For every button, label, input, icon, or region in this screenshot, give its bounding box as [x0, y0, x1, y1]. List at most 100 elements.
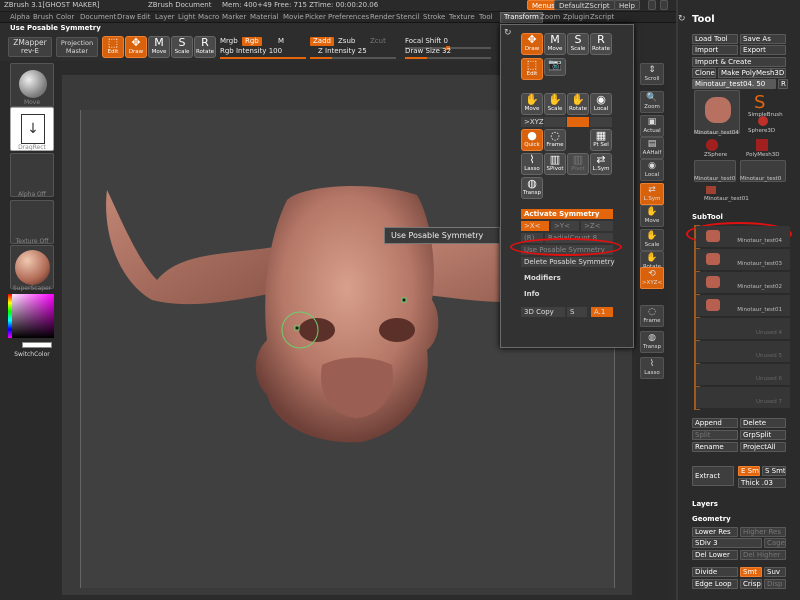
menu-item-zplugin[interactable]: Zplugin [563, 13, 589, 21]
z-intensity-track[interactable] [310, 57, 396, 59]
shelf-local-button[interactable]: ◉ Local [640, 159, 664, 181]
menu-item-brush[interactable]: Brush [33, 13, 53, 21]
lower-res-button[interactable]: Lower Res [692, 527, 738, 537]
rotate-mode-button[interactable]: R Rotate [194, 36, 216, 58]
tool-tile-minotaur[interactable] [694, 90, 740, 134]
zmapper-button[interactable]: ZMapper rev-E [8, 37, 52, 57]
shelf-scroll-button[interactable]: ⇕ Scroll [640, 63, 664, 85]
tp-axis-toggle-2[interactable] [544, 117, 566, 127]
tp-spivot-button[interactable]: ▥ SPivot [544, 153, 566, 175]
polymesh3d-icon[interactable] [756, 139, 768, 151]
tp-xyz-toggle[interactable]: >XYZ< [521, 117, 550, 127]
draw-size-track[interactable] [405, 57, 491, 59]
symmetry-z-toggle[interactable]: >Z< [581, 221, 613, 231]
clone-button[interactable]: Clone [692, 68, 716, 78]
tp-rotate-button[interactable]: R Rotate [590, 33, 612, 55]
symmetry-y-toggle[interactable]: >Y< [551, 221, 579, 231]
edge-loop-button[interactable]: Edge Loop [692, 579, 738, 589]
save-as-button[interactable]: Save As [740, 34, 786, 44]
shelf-frame-button[interactable]: ◌ Frame [640, 305, 664, 327]
symmetry-x-toggle[interactable]: >X< [521, 221, 549, 231]
tp-local-move-button[interactable]: ✋ Move [521, 93, 543, 115]
tp-pivot-button[interactable]: ▥ Pivot [567, 153, 589, 175]
load-tool-button[interactable]: Load Tool [692, 34, 738, 44]
del-lower-button[interactable]: Del Lower [692, 550, 738, 560]
zadd-toggle[interactable]: Zadd [310, 37, 334, 46]
disp-button[interactable]: Disp [764, 579, 786, 589]
minotaur-small-icon[interactable] [706, 186, 716, 194]
rgb-intensity-track[interactable] [220, 57, 306, 59]
smt-toggle[interactable]: Smt [740, 567, 762, 577]
extract-button[interactable]: Extract [692, 466, 734, 486]
copy-3d-button[interactable]: 3D Copy [521, 307, 565, 317]
subtool-row[interactable]: Minotaur_test03 [696, 249, 790, 271]
tp-ptsel-button[interactable]: ▦ Pt Sel [590, 129, 612, 151]
menu-item-texture[interactable]: Texture [449, 13, 475, 21]
make-polymesh-button[interactable]: Make PolyMesh3D [718, 68, 786, 78]
shelf-scale-button[interactable]: ✋ Scale [640, 229, 664, 251]
s-smt-toggle[interactable]: S Smt [762, 466, 786, 476]
shelf-actual-button[interactable]: ▣ Actual [640, 115, 664, 137]
tp-scale-button[interactable]: S Scale [567, 33, 589, 55]
menu-item-material[interactable]: Material [250, 13, 278, 21]
current-tool-slider[interactable]: Minotaur_test04. 50 [692, 79, 776, 89]
shelf-transp-button[interactable]: ◍ Transp [640, 331, 664, 353]
draw-size-slider[interactable]: Draw Size 32 [405, 47, 451, 56]
tp-frame-button[interactable]: ◌ Frame [544, 129, 566, 151]
export-button[interactable]: Export [740, 45, 786, 55]
menu-item-transform[interactable]: Transform [500, 12, 543, 23]
import-create-button[interactable]: Import & Create [692, 57, 786, 67]
copy-s-button[interactable]: S [567, 307, 587, 317]
tp-transp-button[interactable]: ◍ Transp [521, 177, 543, 199]
divide-button[interactable]: Divide [692, 567, 738, 577]
mrgb-toggle[interactable]: Mrgb [220, 37, 238, 46]
menu-item-zoom[interactable]: Zoom [540, 13, 560, 21]
import-button[interactable]: Import [692, 45, 738, 55]
shelf-aahalf-button[interactable]: ▤ AAHalf [640, 137, 664, 159]
zsphere-icon[interactable] [706, 139, 718, 151]
help-button[interactable]: Help [614, 0, 640, 10]
menu-item-render[interactable]: Render [370, 13, 395, 21]
higher-res-button[interactable]: Higher Res [740, 527, 786, 537]
subtool-row[interactable]: Minotaur_test04 [696, 226, 790, 248]
menu-item-preferences[interactable]: Preferences [328, 13, 369, 21]
sdiv-slider[interactable]: SDiv 3 [692, 538, 762, 548]
tp-axis-toggle-3[interactable] [567, 117, 589, 127]
simplebrush-icon[interactable]: S [754, 92, 765, 113]
tp-local-button[interactable]: ◉ Local [590, 93, 612, 115]
tp-lasso-button[interactable]: ⌇ Lasso [521, 153, 543, 175]
subtool-row[interactable]: Unused 4 [696, 318, 790, 340]
layers-header[interactable]: Layers [692, 500, 718, 508]
append-button[interactable]: Append [692, 418, 738, 428]
color-picker[interactable] [8, 294, 54, 338]
hue-strip[interactable] [8, 294, 12, 338]
material-thumb[interactable] [10, 245, 54, 289]
subtool-row[interactable]: Unused 7 [696, 387, 790, 409]
tp-lsym-button[interactable]: ⇄ L.Sym [590, 153, 612, 175]
grpsplit-button[interactable]: GrpSplit [740, 430, 786, 440]
menu-item-alpha[interactable]: Alpha [10, 13, 30, 21]
tp-edit-button[interactable]: ⬚ Edit [521, 58, 543, 80]
main-color-swatch[interactable] [22, 342, 52, 348]
tool-refresh-icon[interactable]: ↻ [678, 14, 686, 24]
move-mode-button[interactable]: M Move [148, 36, 170, 58]
menu-item-stroke[interactable]: Stroke [423, 13, 445, 21]
e-smt-toggle[interactable]: E Smt [738, 466, 760, 476]
menu-item-macro[interactable]: Macro [198, 13, 219, 21]
subtool-row[interactable]: Unused 6 [696, 364, 790, 386]
split-button[interactable]: Split [692, 430, 738, 440]
geometry-header[interactable]: Geometry [692, 515, 731, 523]
tp-local-rotate-button[interactable]: ✋ Rotate [567, 93, 589, 115]
zcut-toggle[interactable]: Zcut [370, 37, 386, 46]
cage-button[interactable]: Cage [764, 538, 786, 548]
menu-item-marker[interactable]: Marker [222, 13, 246, 21]
shelf-lsym-button[interactable]: ⇄ L.Sym [640, 183, 664, 205]
menu-item-zscript[interactable]: Zscript [590, 13, 614, 21]
focal-shift-slider[interactable]: Focal Shift 0 [405, 37, 448, 46]
tp-move-button[interactable]: M Move [544, 33, 566, 55]
subtool-header[interactable]: SubTool [692, 213, 723, 221]
maximize-button[interactable] [660, 0, 668, 10]
scale-mode-button[interactable]: S Scale [171, 36, 193, 58]
tool-r-button[interactable]: R [778, 79, 788, 89]
tp-draw-button[interactable]: ✥ Draw [521, 33, 543, 55]
